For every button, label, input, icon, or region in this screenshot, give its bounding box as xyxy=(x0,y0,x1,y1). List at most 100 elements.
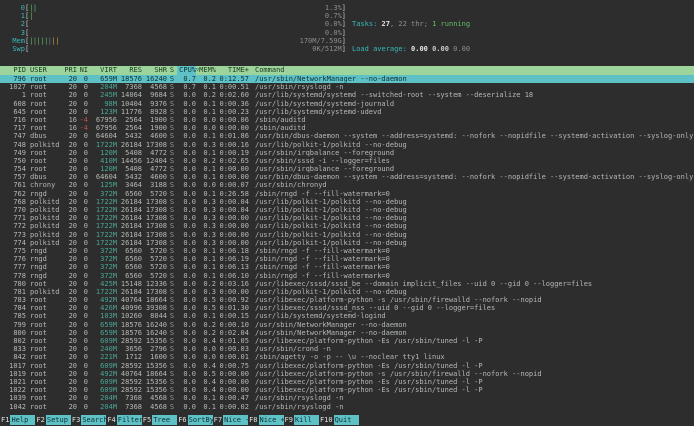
col-ni[interactable]: NI xyxy=(77,66,88,75)
cell-user: root xyxy=(30,75,64,83)
col-state[interactable]: S xyxy=(167,66,177,75)
table-row[interactable]: 761chrony200125M34643188S0.00.00:00.07/u… xyxy=(0,181,694,189)
col-pri[interactable]: PRI xyxy=(64,66,77,75)
cell-cpu: 0.0 xyxy=(177,247,196,255)
table-row[interactable]: 796root200659M1857616240S0.70.20:12.57/u… xyxy=(0,75,694,83)
table-row[interactable]: 1027root200204M73684568S0.70.10:00.51/us… xyxy=(0,83,694,91)
table-row[interactable]: 749root200120M54084772S0.00.10:00.19/usr… xyxy=(0,149,694,157)
cell-shr: 18664 xyxy=(142,370,167,378)
cell-mem: 0.1 xyxy=(196,173,216,181)
col-res[interactable]: RES xyxy=(117,66,142,75)
cell-command: /usr/sbin/NetworkManager --no-daemon xyxy=(249,329,694,337)
table-row[interactable]: 645root200123M117768928S0.00.10:00.23/us… xyxy=(0,108,694,116)
table-row[interactable]: 1021root200609M2859215356S0.00.40:00.00/… xyxy=(0,378,694,386)
cell-res: 26184 xyxy=(117,198,142,206)
table-row[interactable]: 785root200103M102608044S0.00.10:00.15/us… xyxy=(0,312,694,320)
table-row[interactable]: 800root200659M1857616240S0.00.20:02.04/u… xyxy=(0,329,694,337)
col-user[interactable]: USER xyxy=(30,66,64,75)
table-row[interactable]: 777rngd200372M65605720S0.00.10:06.13/sbi… xyxy=(0,263,694,271)
fkey-tree[interactable]: F5Tree xyxy=(142,415,177,425)
col-mem[interactable]: MEM% xyxy=(196,66,216,75)
table-row[interactable]: 757dbus2006460454324600S0.00.10:00.00/us… xyxy=(0,173,694,181)
fkey-quit[interactable]: F10Quit xyxy=(319,415,359,425)
cell-pri: 20 xyxy=(64,329,77,337)
fkey-number: F5 xyxy=(142,415,152,425)
fkey-search[interactable]: F3Search xyxy=(71,415,106,425)
cell-cpu: 0.0 xyxy=(177,198,196,206)
table-row[interactable]: 608root20098M104049376S0.00.10:00.36/usr… xyxy=(0,100,694,108)
table-row[interactable]: 1root200245M140649684S0.00.20:02.60/usr/… xyxy=(0,91,694,99)
cell-mem: 0.0 xyxy=(196,353,216,361)
table-row[interactable]: 747dbus2006460454324600S0.00.10:01.86/us… xyxy=(0,132,694,140)
cell-mem: 0.2 xyxy=(196,329,216,337)
cell-pid: 1 xyxy=(0,91,26,99)
table-row[interactable]: 783root200492M4076418664S0.00.50:00.92/u… xyxy=(0,296,694,304)
cell-s: S xyxy=(167,394,177,402)
cell-command: /usr/libexec/sssd/sssd_nss --uid 0 --gid… xyxy=(249,304,694,312)
col-pid[interactable]: PID xyxy=(0,66,26,75)
table-row[interactable]: 750root200410M1445612404S0.00.20:02.65/u… xyxy=(0,157,694,165)
cell-s: S xyxy=(167,370,177,378)
cell-time: 0:02.65 xyxy=(216,157,249,165)
table-row[interactable]: 778rngd200372M65605720S0.00.10:06.10/sbi… xyxy=(0,272,694,280)
table-row[interactable]: 773polkitd2001722M2618417308S0.00.30:00.… xyxy=(0,231,694,239)
col-time[interactable]: TIME+ xyxy=(216,66,249,75)
cell-s: S xyxy=(167,222,177,230)
cell-mem: 0.1 xyxy=(196,272,216,280)
cell-command: /usr/sbin/irqbalance --foreground xyxy=(249,165,694,173)
table-row[interactable]: 781polkitd2001722M2618417308S0.00.30:00.… xyxy=(0,288,694,296)
table-row[interactable]: 1017root200609M2859215356S0.00.40:00.75/… xyxy=(0,362,694,370)
cell-shr: 5720 xyxy=(142,247,167,255)
table-row[interactable]: 748polkitd2001722M2618417308S0.00.30:00.… xyxy=(0,141,694,149)
fkey-nice[interactable]: F8Nice + xyxy=(248,415,283,425)
table-row[interactable]: 716root16-46795625641900S0.00.00:00.06/s… xyxy=(0,116,694,124)
cell-time: 0:00.00 xyxy=(216,288,249,296)
cell-time: 0:00.00 xyxy=(216,124,249,132)
col-command[interactable]: Command xyxy=(249,66,694,75)
cell-shr: 4568 xyxy=(142,83,167,91)
fkey-kill[interactable]: F9Kill xyxy=(284,415,319,425)
table-row[interactable]: 780root200425M1514812336S0.00.20:03.16/u… xyxy=(0,280,694,288)
fkey-sortby[interactable]: F6SortBy xyxy=(177,415,212,425)
table-row[interactable]: 784root200426M4099639308S0.00.50:01.30/u… xyxy=(0,304,694,312)
table-row[interactable]: 1019root200492M4076418664S0.00.50:00.00/… xyxy=(0,370,694,378)
cell-res: 6560 xyxy=(117,263,142,271)
fkey-nice[interactable]: F7Nice - xyxy=(213,415,248,425)
cell-res: 14456 xyxy=(117,157,142,165)
cell-ni: 0 xyxy=(77,362,88,370)
cell-res: 5432 xyxy=(117,173,142,181)
fkey-setup[interactable]: F2Setup xyxy=(35,415,70,425)
cell-virt: 1722M xyxy=(88,239,117,247)
cell-pid: 1021 xyxy=(0,378,26,386)
cell-ni: 0 xyxy=(77,108,88,116)
table-row[interactable]: 774polkitd2001722M2618417308S0.00.30:00.… xyxy=(0,239,694,247)
table-row[interactable]: 754root200120M54084772S0.00.10:00.00/usr… xyxy=(0,165,694,173)
table-row[interactable]: 842root200221M17121600S0.00.00:00.01/sbi… xyxy=(0,353,694,361)
cell-pid: 1022 xyxy=(0,386,26,394)
table-row[interactable]: 771polkitd2001722M2618417308S0.00.30:00.… xyxy=(0,214,694,222)
table-row[interactable]: 772polkitd2001722M2618417308S0.00.30:00.… xyxy=(0,222,694,230)
fkey-filter[interactable]: F4Filter xyxy=(106,415,141,425)
cell-virt: 372M xyxy=(88,255,117,263)
table-row[interactable]: 717root16-46795625641900S0.00.00:00.00/s… xyxy=(0,124,694,132)
table-row[interactable]: 776rngd200372M65605720S0.00.10:06.19/sbi… xyxy=(0,255,694,263)
table-row[interactable]: 833root200240M36562796S0.00.00:00.03/usr… xyxy=(0,345,694,353)
table-row[interactable]: 775rngd200372M65605720S0.00.10:06.18/sbi… xyxy=(0,247,694,255)
table-row[interactable]: 762rngd200372M65605720S0.00.10:26.58/sbi… xyxy=(0,190,694,198)
col-virt[interactable]: VIRT xyxy=(88,66,117,75)
cell-s: S xyxy=(167,198,177,206)
table-row[interactable]: 802root200609M2859215356S0.00.40:01.05/u… xyxy=(0,337,694,345)
col-cpu-sorted[interactable]: CPU%▽ xyxy=(177,66,196,75)
table-row[interactable]: 1022root200609M2859215356S0.00.40:00.00/… xyxy=(0,386,694,394)
table-row[interactable]: 768polkitd2001722M2618417308S0.00.30:00.… xyxy=(0,198,694,206)
table-row[interactable]: 799root200659M1857616240S0.00.20:00.10/u… xyxy=(0,321,694,329)
table-row[interactable]: 1039root200204M73684568S0.00.10:00.47/us… xyxy=(0,394,694,402)
fkey-help[interactable]: F1Help xyxy=(0,415,35,425)
cell-time: 0:00.04 xyxy=(216,206,249,214)
table-row[interactable]: 1042root200204M73684568S0.00.10:00.02/us… xyxy=(0,403,694,411)
cell-res: 18576 xyxy=(117,321,142,329)
table-row[interactable]: 770polkitd2001722M2618417308S0.00.30:00.… xyxy=(0,206,694,214)
cell-cpu: 0.0 xyxy=(177,378,196,386)
cell-time: 0:00.36 xyxy=(216,100,249,108)
col-shr[interactable]: SHR xyxy=(142,66,167,75)
